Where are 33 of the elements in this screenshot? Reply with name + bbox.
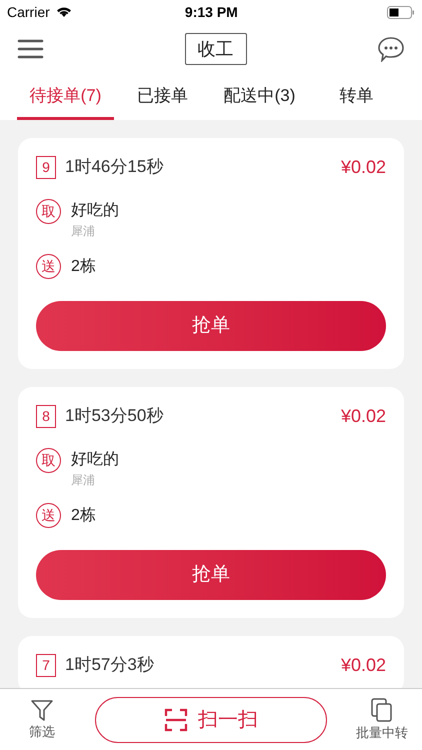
menu-icon[interactable] bbox=[17, 39, 44, 59]
filter-button[interactable]: 筛选 bbox=[14, 698, 70, 742]
order-number: 8 bbox=[36, 404, 56, 428]
elapsed-time: 1时57分3秒 bbox=[65, 654, 154, 676]
pickup-name: 好吃的 bbox=[71, 450, 119, 470]
order-tab[interactable]: 已接单 bbox=[114, 74, 211, 120]
order-tab[interactable]: 配送中(3) bbox=[211, 74, 308, 120]
clock-time: 9:13 PM bbox=[184, 2, 238, 22]
grab-order-button[interactable]: 抢单 bbox=[36, 301, 386, 351]
pickup-area: 犀浦 bbox=[71, 472, 119, 488]
order-price: ¥0.02 bbox=[340, 654, 386, 676]
pickup-name: 好吃的 bbox=[71, 201, 119, 221]
filter-icon bbox=[30, 698, 54, 722]
batch-transfer-button[interactable]: 批量中转 bbox=[356, 696, 408, 742]
order-price: ¥0.02 bbox=[340, 156, 386, 178]
scan-icon bbox=[164, 708, 188, 732]
elapsed-time: 1时46分15秒 bbox=[65, 156, 164, 178]
delivery-name: 2栋 bbox=[71, 256, 96, 276]
order-price: ¥0.02 bbox=[340, 404, 386, 428]
page-title[interactable]: 收工 bbox=[184, 33, 246, 65]
pickup-area: 犀浦 bbox=[71, 223, 119, 239]
order-tab[interactable]: 转单 bbox=[308, 74, 405, 120]
delivery-name: 2栋 bbox=[71, 506, 96, 526]
wifi-icon bbox=[56, 6, 72, 18]
order-number: 7 bbox=[36, 654, 56, 676]
battery-icon bbox=[386, 6, 415, 18]
carrier-label: Carrier bbox=[7, 2, 50, 22]
order-number: 9 bbox=[36, 156, 56, 178]
grab-order-button[interactable]: 抢单 bbox=[36, 550, 386, 600]
copy-icon bbox=[370, 696, 394, 723]
scan-button[interactable]: 扫一扫 bbox=[95, 696, 327, 742]
elapsed-time: 1时53分50秒 bbox=[65, 405, 164, 428]
chat-icon[interactable] bbox=[377, 36, 405, 62]
